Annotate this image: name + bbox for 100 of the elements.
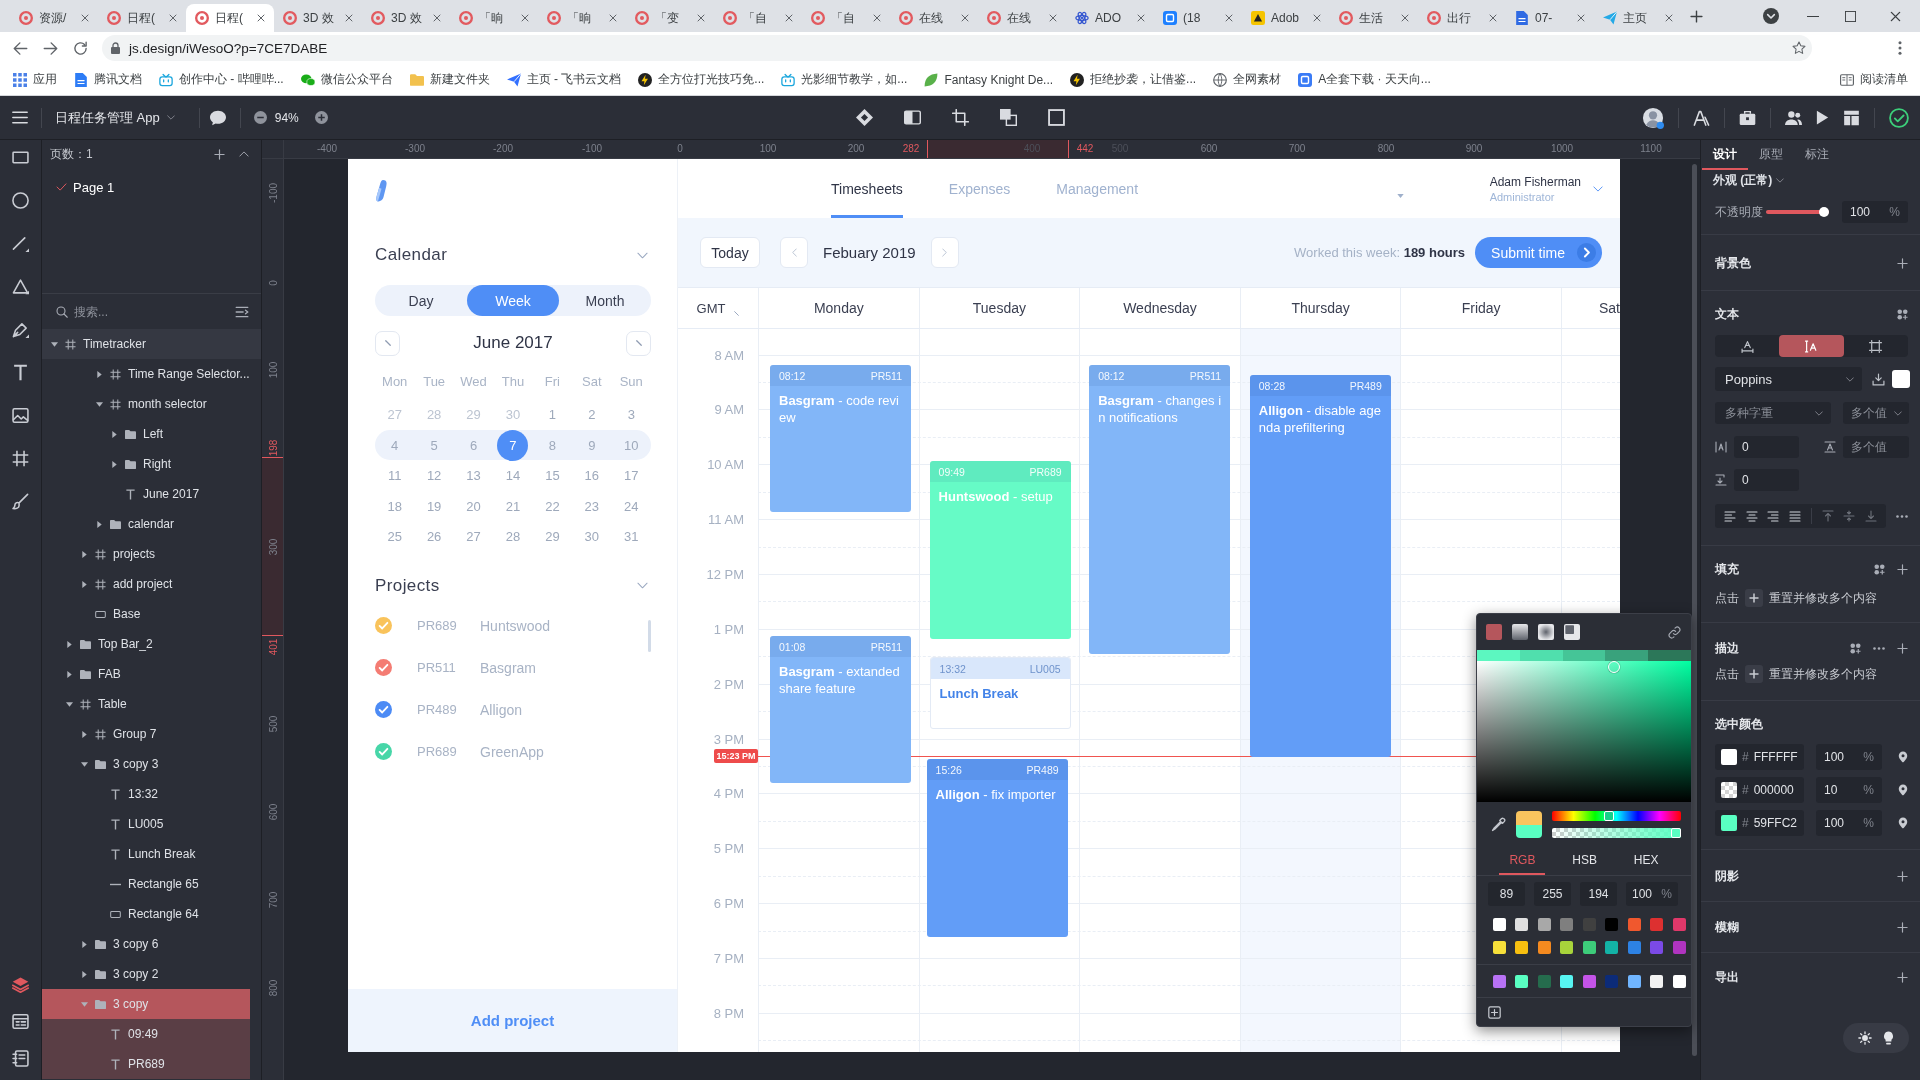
text-mode-button[interactable]: [1779, 335, 1844, 357]
location-pin-icon[interactable]: [1898, 751, 1908, 763]
color-swatch[interactable]: [1672, 941, 1686, 954]
color-swatch[interactable]: [1537, 975, 1551, 988]
layer-item[interactable]: add project: [42, 569, 250, 599]
line-tool-icon[interactable]: [12, 235, 29, 252]
caret-icon[interactable]: [81, 760, 88, 768]
caret-icon[interactable]: [96, 400, 103, 408]
browser-tab[interactable]: 「晌: [538, 4, 626, 32]
color-swatch[interactable]: [1892, 370, 1910, 388]
caret-icon[interactable]: [96, 370, 103, 378]
appearance-dropdown[interactable]: 外观 (正常): [1713, 171, 1785, 189]
line-height-field[interactable]: 多个值: [1843, 436, 1909, 458]
browser-tab[interactable]: (18: [1154, 4, 1242, 32]
scrollbar[interactable]: [648, 619, 651, 652]
avatar-icon[interactable]: [1642, 106, 1664, 129]
close-icon[interactable]: [1665, 14, 1673, 22]
view-tab[interactable]: Day: [375, 285, 467, 316]
align-bottom-icon[interactable]: [1865, 510, 1878, 522]
caret-icon[interactable]: [96, 520, 103, 528]
reload-icon[interactable]: [73, 40, 88, 56]
layer-item[interactable]: Table: [42, 689, 250, 719]
color-swatch[interactable]: [1515, 918, 1529, 931]
paragraph-spacing-field[interactable]: 0: [1734, 469, 1799, 491]
plus-icon[interactable]: [1897, 257, 1908, 269]
layer-item[interactable]: Base: [42, 599, 250, 629]
color-swatch[interactable]: [1560, 975, 1574, 988]
caret-icon[interactable]: [81, 970, 88, 978]
comment-icon[interactable]: [208, 109, 227, 126]
layer-item[interactable]: Top Bar_2: [42, 629, 250, 659]
layer-item[interactable]: June 2017: [42, 479, 250, 509]
sun-icon[interactable]: [1858, 1031, 1873, 1045]
layout-icon[interactable]: [1843, 109, 1860, 126]
hue-slider[interactable]: [1552, 811, 1681, 821]
opacity-field[interactable]: 10 %: [1816, 777, 1882, 803]
more-icon[interactable]: [1873, 646, 1885, 650]
check-circle-icon[interactable]: [375, 743, 392, 760]
browser-tab[interactable]: 资源/: [10, 4, 98, 32]
layer-item[interactable]: 3 copy 2: [42, 959, 250, 989]
hex-field[interactable]: # FFFFFF: [1715, 744, 1804, 770]
browser-tab[interactable]: Adob: [1242, 4, 1330, 32]
align-middle-icon[interactable]: [1843, 510, 1856, 522]
layer-item[interactable]: Rectangle 65: [42, 869, 250, 899]
browser-tab[interactable]: 日程(: [98, 4, 186, 32]
plus-icon[interactable]: [1897, 921, 1908, 933]
bookmark[interactable]: 微信公众平台: [300, 71, 393, 88]
layer-item[interactable]: projects: [42, 539, 250, 569]
brush-tool-icon[interactable]: [12, 493, 29, 510]
style-icon[interactable]: [1874, 563, 1885, 575]
color-value-field[interactable]: 89: [1488, 882, 1525, 906]
align-left-icon[interactable]: [1723, 510, 1736, 522]
color-field[interactable]: [1477, 661, 1691, 802]
caret-icon[interactable]: [66, 700, 73, 708]
browser-tab[interactable]: 在线: [890, 4, 978, 32]
back-icon[interactable]: [13, 40, 28, 56]
zoom-level[interactable]: 94%: [274, 110, 299, 125]
color-swatch[interactable]: [1519, 650, 1563, 661]
close-icon[interactable]: [1225, 14, 1233, 22]
color-swatch[interactable]: [1515, 941, 1529, 954]
linear-gradient-icon[interactable]: [1512, 624, 1528, 640]
color-swatch[interactable]: [1721, 815, 1737, 831]
bookmark[interactable]: 全方位打光技巧免...: [638, 71, 765, 88]
plus-icon[interactable]: [1897, 971, 1908, 983]
frame-icon[interactable]: [1047, 109, 1065, 126]
layer-item[interactable]: PR689: [42, 1049, 250, 1079]
file-name-dropdown[interactable]: 日程任务管理 App: [55, 108, 175, 127]
color-swatch[interactable]: [1515, 975, 1529, 988]
align-right-icon[interactable]: [1767, 510, 1780, 522]
page-item[interactable]: Page 1: [42, 173, 261, 201]
close-icon[interactable]: [433, 14, 441, 22]
location-pin-icon[interactable]: [1898, 784, 1908, 796]
caret-icon[interactable]: [111, 430, 118, 438]
color-swatch[interactable]: [1627, 975, 1641, 988]
justify-icon[interactable]: [1789, 510, 1802, 522]
mask-icon[interactable]: [903, 109, 921, 126]
inspector-tab[interactable]: 标注: [1794, 140, 1840, 170]
color-swatch[interactable]: [1492, 975, 1506, 988]
bookmark[interactable]: 拒绝抄袭，让借鉴...: [1070, 71, 1197, 88]
crop-icon[interactable]: [951, 109, 969, 126]
color-swatch[interactable]: [1672, 975, 1686, 988]
browser-tab[interactable]: 3D 效: [362, 4, 450, 32]
opacity-field[interactable]: 100 %: [1816, 810, 1882, 836]
star-icon[interactable]: [1792, 41, 1806, 55]
boolean-icon[interactable]: [999, 109, 1017, 126]
forward-icon[interactable]: [43, 40, 58, 56]
layer-item[interactable]: month selector: [42, 389, 250, 419]
layer-item[interactable]: Group 7: [42, 719, 250, 749]
today-button[interactable]: Today: [700, 237, 760, 268]
color-swatch[interactable]: [1537, 918, 1551, 931]
address-bar[interactable]: js.design/iWesoO?p=7CE7DABE: [102, 35, 1812, 61]
radial-gradient-icon[interactable]: [1538, 624, 1554, 640]
close-icon[interactable]: [169, 14, 177, 22]
zoom-in-icon[interactable]: [314, 111, 328, 124]
check-circle-icon[interactable]: [375, 617, 392, 634]
close-icon[interactable]: [1890, 10, 1901, 22]
color-swatch[interactable]: [1721, 782, 1737, 798]
close-icon[interactable]: [1489, 14, 1497, 22]
chevron-down-icon[interactable]: [1593, 185, 1603, 192]
color-swatch[interactable]: [1605, 975, 1619, 988]
layer-item[interactable]: Lunch Break: [42, 839, 250, 869]
